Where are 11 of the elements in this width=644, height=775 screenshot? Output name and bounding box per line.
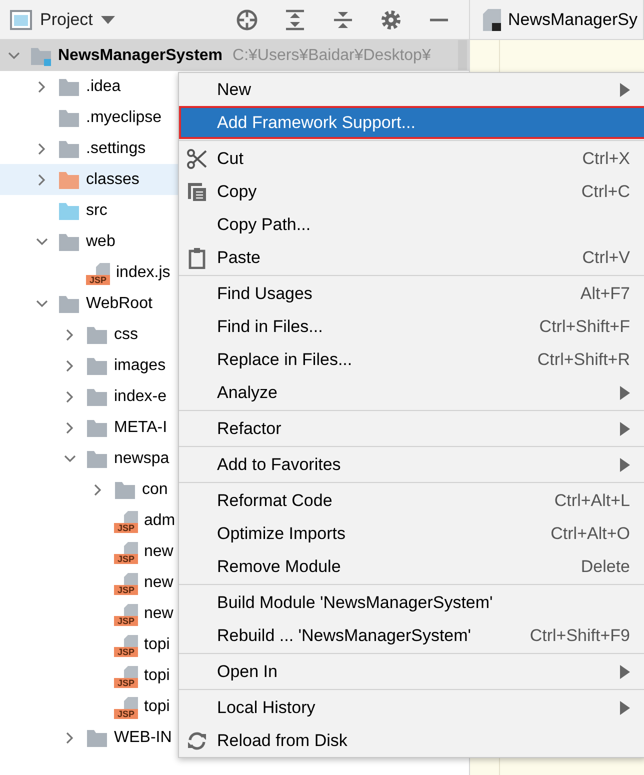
shortcut-text: Ctrl+Shift+F — [539, 316, 630, 336]
shortcut-text: Ctrl+Shift+F9 — [530, 626, 630, 646]
shortcut-text: Delete — [580, 556, 630, 576]
shortcut-text: Ctrl+C — [581, 182, 630, 202]
shortcut-text: Alt+F7 — [580, 284, 630, 304]
shortcut-text: Ctrl+X — [582, 148, 630, 168]
shortcut-text: Ctrl+Alt+L — [554, 490, 630, 510]
shortcut-text: Ctrl+V — [582, 248, 630, 268]
shortcut-text: Ctrl+Shift+R — [537, 350, 630, 370]
module-path: C:¥Users¥Baidar¥Desktop¥ — [232, 46, 431, 64]
shortcut-text: Ctrl+Alt+O — [550, 524, 630, 544]
